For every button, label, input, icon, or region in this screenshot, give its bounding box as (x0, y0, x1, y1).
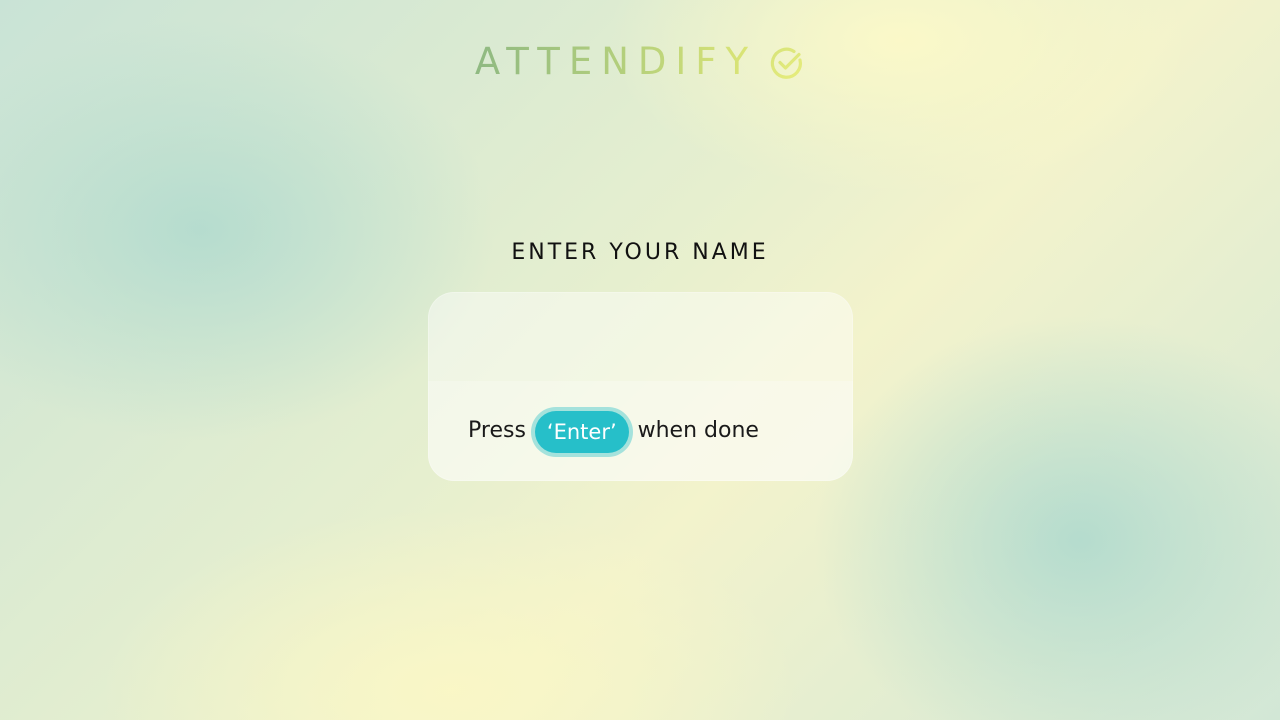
page-title: ENTER YOUR NAME (511, 240, 769, 265)
brand-name: ATTENDIFY (474, 40, 758, 83)
name-card: Press ‘Enter’ when done (428, 292, 853, 481)
hint-suffix: when done (637, 418, 759, 443)
name-input[interactable] (428, 292, 853, 381)
enter-key-badge: ‘Enter’ (534, 411, 629, 453)
check-circle-icon (769, 45, 805, 81)
enter-hint: Press ‘Enter’ when done (428, 381, 853, 481)
hint-prefix: Press (468, 418, 526, 443)
app-logo: ATTENDIFY (0, 40, 1280, 84)
